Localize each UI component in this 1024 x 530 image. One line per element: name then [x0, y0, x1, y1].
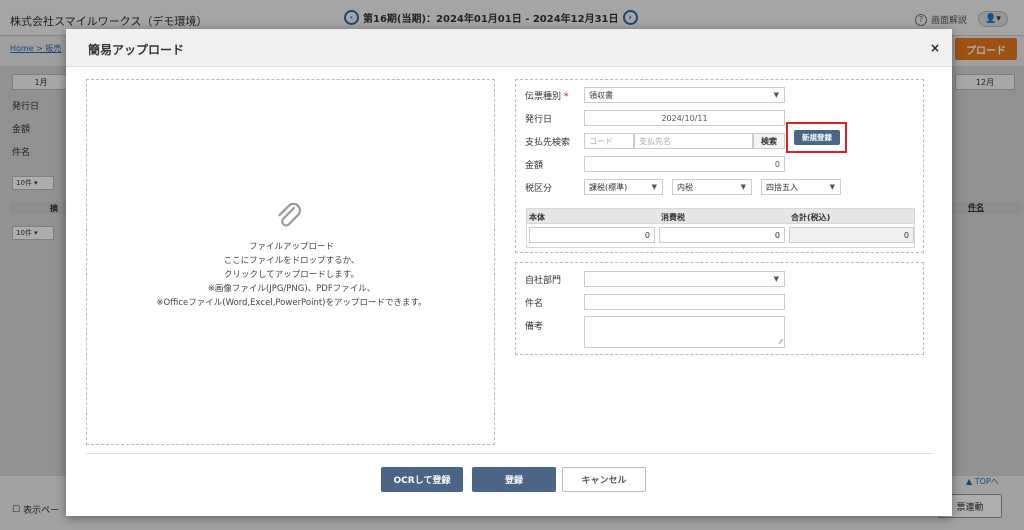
- tax-amount-input[interactable]: 0: [659, 227, 785, 243]
- chevron-down-icon: ▼: [829, 183, 835, 191]
- dropzone-line: クリックしてアップロードします。: [224, 270, 359, 280]
- total-amount-field: 0: [789, 227, 914, 243]
- chevron-down-icon: ▼: [740, 183, 746, 191]
- chevron-down-icon: ▼: [773, 275, 779, 283]
- file-dropzone[interactable]: ファイルアップロード ここにファイルをドロップするか、 クリックしてアップロード…: [86, 79, 495, 445]
- payee-code-placeholder: コード: [589, 136, 613, 146]
- slip-form-section: 伝票種別 * 領収書 ▼ 発行日 2024/10/11 支払先検索 コード 支払…: [515, 79, 924, 253]
- payee-name-input[interactable]: 支払先名: [634, 133, 753, 149]
- dropzone-line: ※画像ファイル(JPG/PNG)、PDFファイル、: [207, 284, 376, 294]
- modal-header: 簡易アップロード ×: [66, 29, 952, 67]
- amount-header-tax: 消費税: [661, 213, 685, 222]
- amount-table-row: 0 0 0: [526, 224, 915, 248]
- issue-date-input[interactable]: 2024/10/11: [584, 110, 785, 126]
- rounding-value: 四捨五入: [766, 182, 798, 192]
- department-label: 自社部門: [525, 276, 562, 286]
- paperclip-icon: [278, 202, 301, 227]
- tax-type-value: 課税(標準): [589, 182, 628, 192]
- quick-upload-modal: 簡易アップロード × ファイルアップロード ここにファイルをドロップするか、 ク…: [66, 29, 952, 516]
- payee-name-placeholder: 支払先名: [639, 136, 671, 146]
- new-register-button[interactable]: 新規登録: [794, 130, 840, 145]
- register-button[interactable]: 登録: [472, 467, 556, 492]
- tax-category-label: 税区分: [525, 184, 553, 194]
- ocr-register-button[interactable]: OCRして登録: [381, 467, 463, 492]
- chevron-down-icon: ▼: [651, 183, 657, 191]
- dropzone-line: ※Officeファイル(Word,Excel,PowerPoint)をアップロー…: [156, 298, 427, 308]
- remarks-label: 備考: [525, 322, 544, 332]
- resize-handle-icon[interactable]: ⁄⁄: [780, 338, 782, 346]
- dropzone-line: ここにファイルをドロップするか、: [223, 256, 360, 266]
- issue-date-label: 発行日: [525, 115, 553, 125]
- amount-table-header: 本体 消費税 合計(税込): [526, 208, 915, 224]
- department-select[interactable]: ▼: [584, 271, 785, 287]
- rounding-select[interactable]: 四捨五入 ▼: [761, 179, 841, 195]
- remarks-textarea[interactable]: ⁄⁄: [584, 316, 785, 348]
- tax-inclusion-value: 内税: [677, 182, 693, 192]
- dropzone-line: ファイルアップロード: [248, 242, 334, 252]
- amount-label: 金額: [525, 161, 544, 171]
- subject-label: 件名: [525, 299, 544, 309]
- cancel-button[interactable]: キャンセル: [562, 467, 646, 492]
- base-amount-input[interactable]: 0: [529, 227, 655, 243]
- footer-divider: [86, 453, 934, 454]
- new-register-highlight: 新規登録: [786, 122, 847, 153]
- search-button[interactable]: 検索: [753, 133, 785, 149]
- amount-header-base: 本体: [529, 213, 545, 222]
- dropzone-text: ファイルアップロード ここにファイルをドロップするか、 クリックしてアップロード…: [87, 240, 496, 310]
- subject-input[interactable]: [584, 294, 785, 310]
- extra-form-section: 自社部門 ▼ 件名 備考 ⁄⁄: [515, 262, 924, 355]
- payee-search-label: 支払先検索: [525, 138, 571, 148]
- tax-type-select[interactable]: 課税(標準) ▼: [584, 179, 663, 195]
- tax-inclusion-select[interactable]: 内税 ▼: [672, 179, 752, 195]
- modal-title: 簡易アップロード: [88, 43, 185, 57]
- close-icon[interactable]: ×: [930, 41, 940, 55]
- slip-type-select[interactable]: 領収書 ▼: [584, 87, 785, 103]
- slip-type-value: 領収書: [589, 90, 613, 100]
- amount-header-total: 合計(税込): [791, 213, 831, 222]
- payee-code-input[interactable]: コード: [584, 133, 634, 149]
- amount-input[interactable]: 0: [584, 156, 785, 172]
- slip-type-label: 伝票種別 *: [525, 92, 569, 102]
- chevron-down-icon: ▼: [773, 91, 779, 99]
- required-mark: *: [563, 92, 569, 102]
